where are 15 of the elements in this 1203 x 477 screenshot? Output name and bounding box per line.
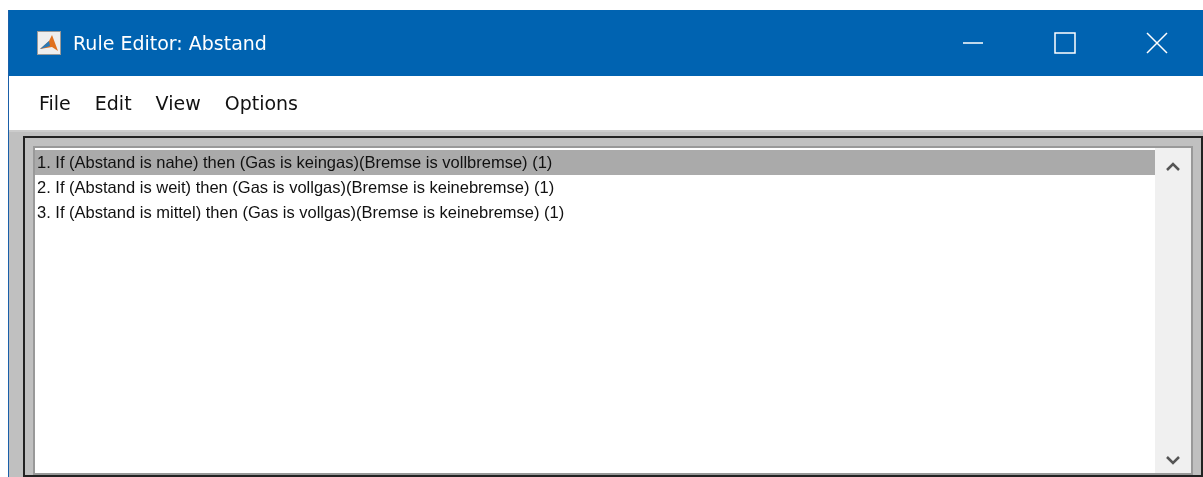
scrollbar[interactable]: [1155, 148, 1191, 473]
close-icon: [1146, 32, 1168, 54]
app-icon: [37, 31, 61, 55]
rule-item[interactable]: 3. If (Abstand is mittel) then (Gas is vollgas)(Bremse is keinebremse) (1): [35, 200, 1155, 225]
maximize-icon: [1054, 32, 1076, 54]
menu-item[interactable]: Options: [212, 92, 310, 114]
scroll-up-icon[interactable]: [1166, 162, 1180, 172]
rule-item[interactable]: 1. If (Abstand is nahe) then (Gas is keingas)(Bremse is vollbremse) (1): [35, 150, 1155, 175]
menu-item[interactable]: Edit: [82, 92, 144, 114]
menu-item[interactable]: View: [143, 92, 213, 114]
scroll-down-icon[interactable]: [1166, 455, 1180, 465]
minimize-icon: [962, 42, 984, 44]
window-title: Rule Editor: Abstand: [73, 32, 268, 54]
rule-item[interactable]: 2. If (Abstand is weit) then (Gas is vollgas)(Bremse is keinebremse) (1): [35, 175, 1155, 200]
menu-item[interactable]: File: [27, 92, 83, 114]
